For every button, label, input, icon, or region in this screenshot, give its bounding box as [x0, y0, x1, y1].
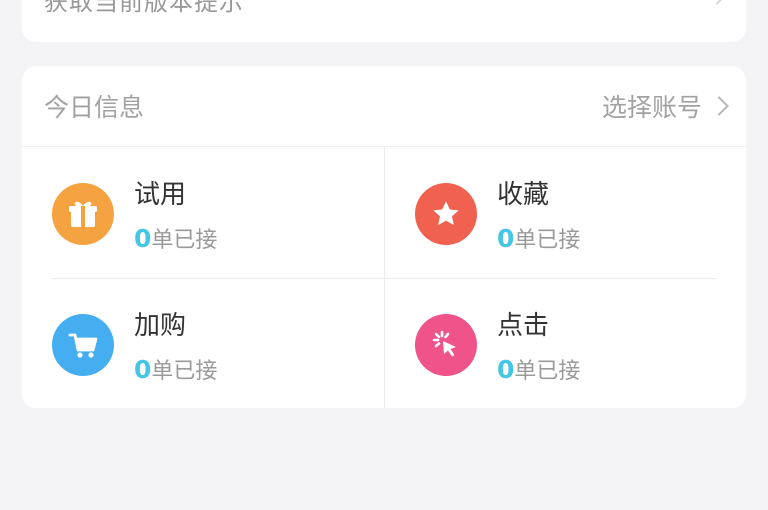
- stat-count-suffix: 单已接: [151, 228, 218, 253]
- top-card[interactable]: 获取当前版本提示: [22, 0, 746, 42]
- stat-count-suffix: 单已接: [151, 359, 218, 384]
- stat-count-suffix: 单已接: [514, 359, 581, 384]
- stat-label: 点击: [497, 311, 550, 341]
- stat-count: 0单已接: [134, 222, 217, 254]
- cart-icon: [52, 314, 114, 376]
- chevron-down-icon: [707, 0, 727, 5]
- stat-label: 加购: [134, 311, 187, 341]
- select-account-button[interactable]: 选择账号: [601, 88, 729, 124]
- stat-count-suffix: 单已接: [514, 228, 581, 253]
- info-title: 今日信息: [44, 93, 145, 122]
- stat-count-number: 0: [497, 355, 515, 384]
- stat-count-number: 0: [497, 224, 515, 253]
- stat-cell-trial[interactable]: 试用 0单已接: [22, 146, 384, 277]
- stat-cell-favorite[interactable]: 收藏 0单已接: [385, 146, 747, 277]
- click-icon: [415, 314, 477, 376]
- stat-count-number: 0: [134, 355, 152, 384]
- stat-count: 0单已接: [497, 353, 580, 385]
- stat-count-number: 0: [134, 224, 152, 253]
- stat-label: 收藏: [497, 180, 550, 210]
- select-account-label: 选择账号: [601, 93, 702, 122]
- star-icon: [415, 183, 477, 245]
- gift-icon: [52, 183, 114, 245]
- stat-label: 试用: [134, 180, 187, 210]
- stat-cell-add-cart[interactable]: 加购 0单已接: [22, 277, 384, 408]
- stat-cell-click[interactable]: 点击 0单已接: [385, 277, 747, 408]
- stat-count: 0单已接: [134, 353, 217, 385]
- stat-count: 0单已接: [497, 222, 580, 254]
- today-info-card: 今日信息 选择账号 试用 0单已接 收藏 0单已接 加购 0单已接 点击 0单已…: [22, 66, 746, 408]
- info-header: 今日信息 选择账号: [22, 66, 746, 147]
- top-card-text: 获取当前版本提示: [44, 0, 244, 16]
- chevron-right-icon: [709, 96, 729, 116]
